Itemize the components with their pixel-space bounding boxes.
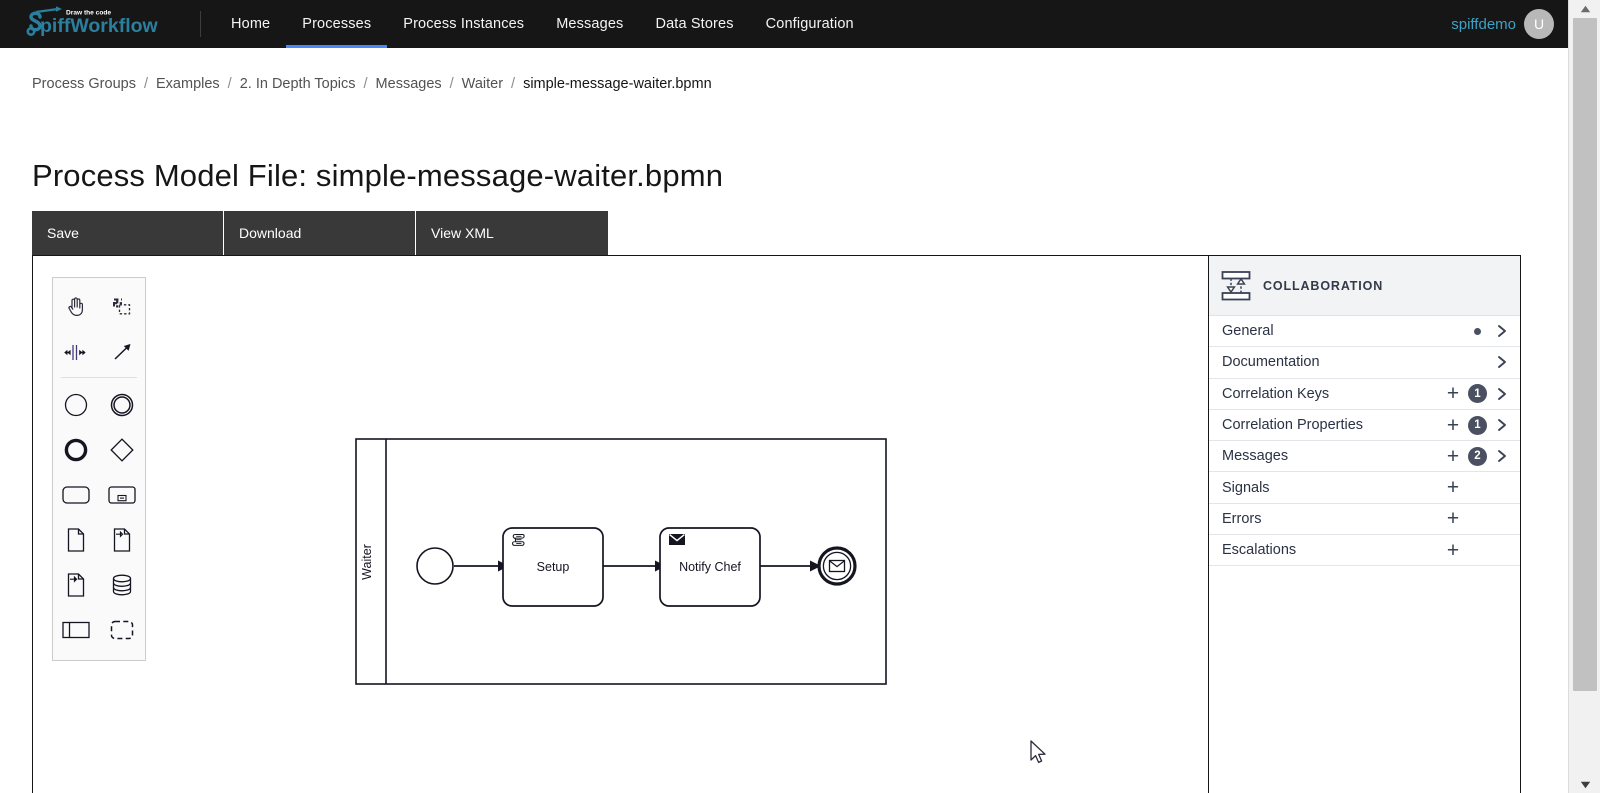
- nav-item-process-instances[interactable]: Process Instances: [387, 0, 540, 48]
- properties-panel: COLLABORATION General Documentation Corr…: [1209, 256, 1520, 793]
- nav-item-label: Configuration: [765, 16, 854, 32]
- bpmn-sequence-flow-3[interactable]: [760, 560, 821, 572]
- nav-item-messages[interactable]: Messages: [540, 0, 639, 48]
- logo-icon: piffWorkflow Draw the code: [26, 6, 159, 37]
- breadcrumb: Process Groups / Examples / 2. In Depth …: [32, 76, 712, 92]
- bpmn-send-task-notify-chef[interactable]: Notify Chef: [659, 527, 761, 607]
- bpmn-diagram[interactable]: Waiter Setup Notify Chef: [33, 256, 1209, 793]
- view-xml-button-label: View XML: [431, 225, 494, 241]
- add-escalation-button[interactable]: +: [1442, 540, 1464, 561]
- prop-group-label: Documentation: [1222, 354, 1320, 371]
- breadcrumb-separator: /: [511, 76, 516, 92]
- prop-group-label: Errors: [1222, 510, 1262, 527]
- add-correlation-property-button[interactable]: +: [1442, 415, 1464, 436]
- add-message-button[interactable]: +: [1442, 446, 1464, 467]
- nav-item-configuration[interactable]: Configuration: [750, 0, 870, 48]
- add-correlation-key-button[interactable]: +: [1442, 383, 1464, 404]
- download-button[interactable]: Download: [224, 211, 416, 255]
- breadcrumb-item-process-groups[interactable]: Process Groups: [32, 76, 136, 92]
- breadcrumb-separator: /: [363, 76, 368, 92]
- task-label: Setup: [537, 560, 570, 574]
- nav-item-label: Home: [231, 16, 271, 32]
- prop-group-documentation[interactable]: Documentation: [1209, 347, 1520, 379]
- avatar[interactable]: U: [1524, 9, 1554, 39]
- prop-status-dot: [1474, 327, 1481, 335]
- chevron-right-icon[interactable]: [1496, 324, 1508, 338]
- breadcrumb-separator: /: [449, 76, 454, 92]
- save-button[interactable]: Save: [32, 211, 224, 255]
- prop-group-label: Signals: [1222, 479, 1270, 496]
- bpmn-sequence-flow-1[interactable]: [454, 560, 509, 572]
- pool-label: Waiter: [360, 544, 374, 580]
- chevron-right-icon[interactable]: [1496, 449, 1508, 463]
- app-root: piffWorkflow Draw the code Home Processe…: [0, 0, 1600, 793]
- scrollbar-up-arrow-icon[interactable]: [1569, 0, 1600, 17]
- nav-item-label: Process Instances: [403, 16, 525, 32]
- scrollbar-down-arrow-icon[interactable]: [1569, 776, 1600, 793]
- prop-group-correlation-properties[interactable]: Correlation Properties + 1: [1209, 410, 1520, 442]
- nav-right-user-area: spiffdemo U: [1451, 9, 1568, 39]
- download-button-label: Download: [239, 225, 302, 241]
- breadcrumb-separator: /: [143, 76, 148, 92]
- nav-item-label: Processes: [302, 16, 372, 32]
- add-error-button[interactable]: +: [1442, 508, 1464, 529]
- nav-items: Home Processes Process Instances Message…: [215, 0, 870, 48]
- bpmn-message-end-event[interactable]: [817, 546, 857, 586]
- mouse-cursor: [1030, 740, 1046, 764]
- prop-count-badge: 2: [1468, 446, 1487, 466]
- breadcrumb-separator: /: [227, 76, 232, 92]
- task-label: Notify Chef: [679, 560, 741, 574]
- page-scrollbar[interactable]: [1568, 0, 1600, 793]
- prop-count-badge: 1: [1468, 415, 1487, 435]
- bpmn-sequence-flow-2[interactable]: [603, 560, 666, 572]
- scrollbar-thumb[interactable]: [1573, 18, 1597, 691]
- bpmn-editor: Waiter Setup Notify Chef COLLABORATION G…: [32, 255, 1521, 793]
- prop-group-correlation-keys[interactable]: Correlation Keys + 1: [1209, 379, 1520, 410]
- prop-group-label: Escalations: [1222, 542, 1297, 559]
- nav-item-label: Messages: [556, 16, 624, 32]
- prop-group-messages[interactable]: Messages + 2: [1209, 441, 1520, 473]
- prop-group-label: Correlation Properties: [1222, 417, 1364, 434]
- prop-count-badge: 1: [1468, 384, 1487, 404]
- prop-group-general[interactable]: General: [1209, 316, 1520, 348]
- breadcrumb-item-waiter[interactable]: Waiter: [462, 76, 503, 92]
- properties-panel-header: COLLABORATION: [1209, 256, 1520, 316]
- prop-group-signals[interactable]: Signals +: [1209, 472, 1520, 504]
- prop-group-escalations[interactable]: Escalations +: [1209, 535, 1520, 567]
- nav-item-data-stores[interactable]: Data Stores: [639, 0, 749, 48]
- logo-tagline-text: Draw the code: [66, 10, 111, 17]
- save-button-label: Save: [47, 225, 79, 241]
- nav-item-label: Data Stores: [655, 16, 734, 32]
- prop-group-label: Messages: [1222, 448, 1289, 465]
- bpmn-script-task-setup[interactable]: Setup: [502, 527, 604, 607]
- breadcrumb-item-examples[interactable]: Examples: [156, 76, 220, 92]
- bpmn-canvas[interactable]: Waiter Setup Notify Chef: [33, 256, 1209, 793]
- nav-item-home[interactable]: Home: [215, 0, 286, 48]
- breadcrumb-item-current-file: simple-message-waiter.bpmn: [523, 76, 712, 92]
- properties-panel-title: COLLABORATION: [1263, 278, 1384, 293]
- prop-group-errors[interactable]: Errors +: [1209, 504, 1520, 536]
- breadcrumb-item-messages[interactable]: Messages: [376, 76, 442, 92]
- svg-text:piffWorkflow: piffWorkflow: [40, 15, 159, 37]
- prop-group-label: Correlation Keys: [1222, 385, 1330, 402]
- chevron-right-icon[interactable]: [1496, 418, 1508, 432]
- prop-group-label: General: [1222, 323, 1274, 340]
- chevron-right-icon[interactable]: [1496, 387, 1508, 401]
- spiffworkflow-logo[interactable]: piffWorkflow Draw the code: [18, 0, 188, 48]
- chevron-right-icon[interactable]: [1496, 355, 1508, 369]
- collaboration-icon: [1221, 270, 1251, 300]
- nav-item-processes[interactable]: Processes: [286, 0, 388, 48]
- breadcrumb-item-in-depth-topics[interactable]: 2. In Depth Topics: [240, 76, 356, 92]
- bpmn-start-event[interactable]: [416, 547, 454, 585]
- send-task-marker-icon: [669, 534, 685, 545]
- page-title: Process Model File: simple-message-waite…: [32, 158, 724, 193]
- username-label[interactable]: spiffdemo: [1451, 16, 1516, 33]
- top-navigation-bar: piffWorkflow Draw the code Home Processe…: [0, 0, 1568, 48]
- nav-divider: [200, 11, 201, 37]
- editor-toolbar: Save Download View XML: [32, 211, 608, 255]
- view-xml-button[interactable]: View XML: [416, 211, 608, 255]
- add-signal-button[interactable]: +: [1442, 477, 1464, 498]
